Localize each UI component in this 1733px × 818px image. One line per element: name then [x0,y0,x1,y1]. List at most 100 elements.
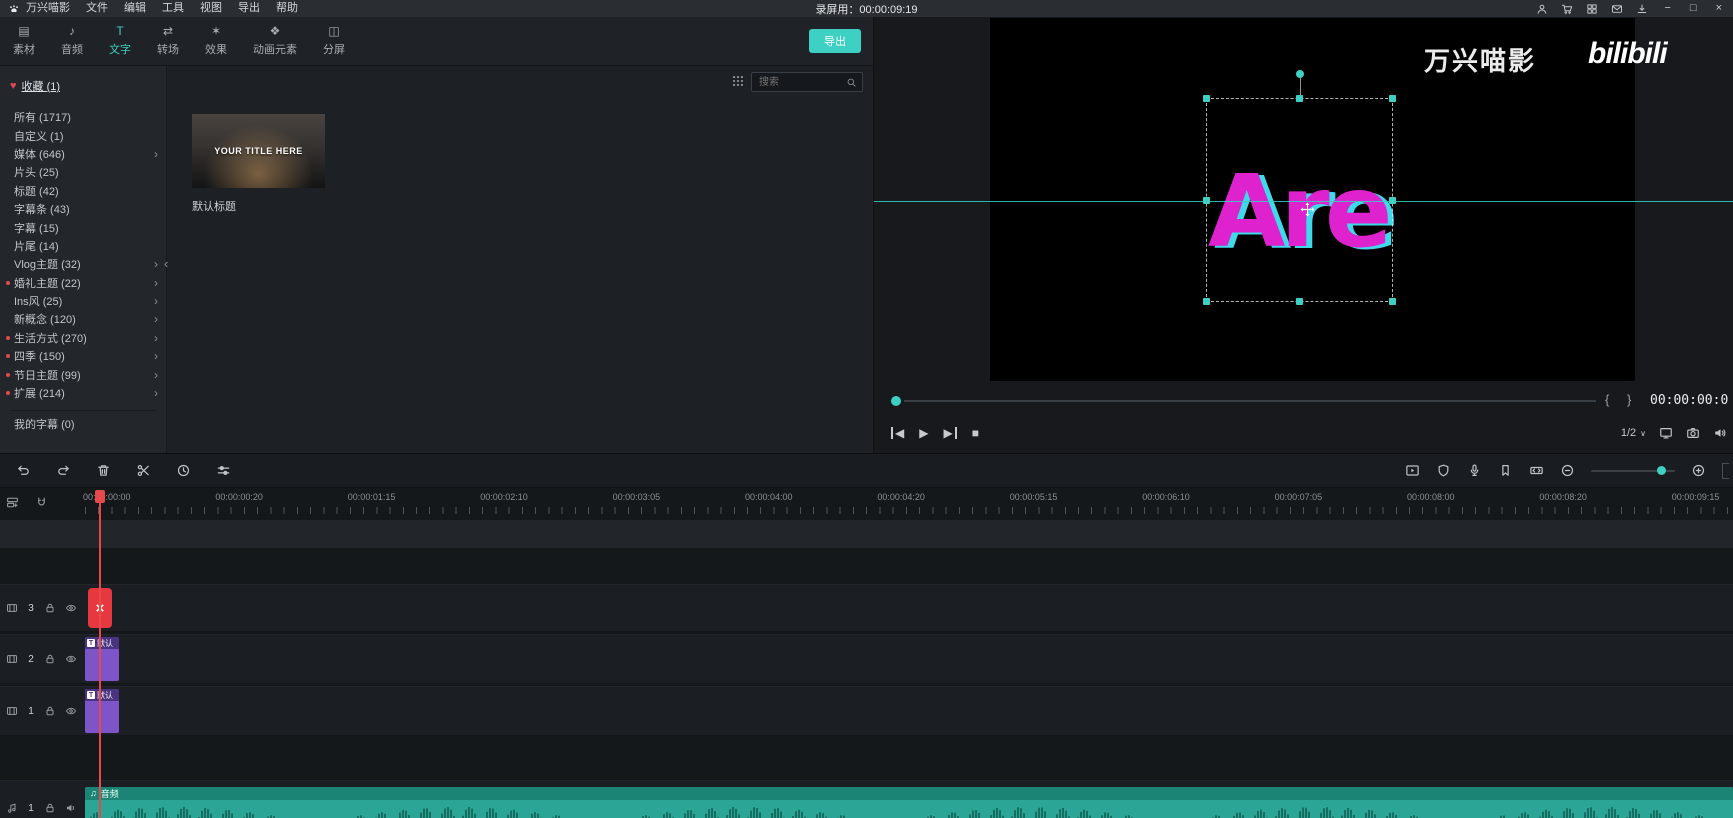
marker-bookmark-icon[interactable] [1498,463,1513,478]
stop-button[interactable]: ■ [972,427,979,439]
sidebar-item-节日主题[interactable]: 节日主题 (99)› [0,365,166,383]
export-button[interactable]: 导出 [809,29,861,53]
zoom-slider-thumb[interactable] [1657,466,1666,475]
grid-view-icon[interactable] [731,74,745,93]
zoom-out-icon[interactable] [1560,463,1575,478]
menu-item-视图[interactable]: 视图 [192,0,230,17]
lock-icon[interactable] [44,653,56,665]
fit-timeline-icon[interactable] [1529,463,1544,478]
selection-handle[interactable] [1203,95,1210,102]
trash-icon[interactable] [96,463,111,478]
rotate-handle[interactable] [1296,70,1304,78]
render-preview-icon[interactable] [1405,463,1420,478]
selection-handle[interactable] [1203,197,1210,204]
search-icon[interactable] [846,77,857,88]
sidebar-item-扩展[interactable]: 扩展 (214)› [0,384,166,402]
sidebar-item-所有[interactable]: 所有 (1717) [0,108,166,126]
selection-handle[interactable] [1296,95,1303,102]
sidebar-item-生活方式[interactable]: 生活方式 (270)› [0,329,166,347]
maximize-button[interactable]: □ [1687,0,1700,17]
sidebar-item-favorites[interactable]: ♥ 收藏 (1) [0,76,166,96]
cart-icon[interactable] [1561,3,1573,15]
sidebar-item-自定义[interactable]: 自定义 (1) [0,126,166,144]
seek-thumb[interactable] [891,396,901,406]
play-button[interactable]: ▶ [919,427,928,439]
playback-rate-dropdown[interactable]: 1/2∨ [1621,427,1646,439]
tab-动画元素[interactable]: ❖动画元素 [240,17,310,65]
tab-分屏[interactable]: ◫分屏 [310,17,358,65]
speaker-icon[interactable] [1713,426,1727,440]
minimize-button[interactable]: − [1661,0,1673,17]
previous-frame-button[interactable]: ◀ [891,427,904,439]
playhead[interactable] [99,490,101,818]
zoom-slider[interactable] [1591,470,1675,472]
sidebar-item-字幕[interactable]: 字幕 (15) [0,218,166,236]
mic-icon[interactable] [1467,463,1482,478]
eye-icon[interactable] [65,653,77,665]
asset-thumbnail[interactable]: YOUR TITLE HERE [192,114,325,188]
tab-效果[interactable]: ✶效果 [192,17,240,65]
mark-out-icon[interactable]: } [1627,392,1631,407]
menu-app-name[interactable]: 万兴喵影 [22,0,78,17]
selection-box[interactable] [1206,98,1393,302]
sidebar-item-片尾[interactable]: 片尾 (14) [0,237,166,255]
menu-item-工具[interactable]: 工具 [154,0,192,17]
close-button[interactable]: × [1713,0,1725,17]
adjust-sliders-icon[interactable] [216,463,231,478]
seek-track[interactable] [904,400,1596,402]
text-clip[interactable]: T 默认 [85,637,119,681]
playhead-handle[interactable] [95,490,105,503]
timeline-ruler[interactable]: 00:00:00:0000:00:00:2000:00:01:1500:00:0… [0,488,1733,518]
timeline-toolbar-left [0,463,231,478]
selection-handle[interactable] [1389,298,1396,305]
collapse-panel-icon[interactable]: ‹ [164,256,168,271]
duration-clock-icon[interactable] [176,463,191,478]
redo-icon[interactable] [56,463,71,478]
fit-screen-icon[interactable] [1659,426,1673,440]
undo-icon[interactable] [16,463,31,478]
sidebar-item-片头[interactable]: 片头 (25) [0,163,166,181]
sidebar-item-四季[interactable]: 四季 (150)› [0,347,166,365]
zoom-in-icon[interactable] [1691,463,1706,478]
sidebar-item-新概念[interactable]: 新概念 (120)› [0,310,166,328]
download-icon[interactable] [1636,3,1648,15]
sidebar-item-字幕条[interactable]: 字幕条 (43) [0,200,166,218]
selection-handle[interactable] [1389,197,1396,204]
mail-icon[interactable] [1611,3,1623,15]
apps-grid-icon[interactable] [1586,3,1598,15]
text-clip[interactable]: T 默认 [85,689,119,733]
speaker-icon[interactable] [65,802,77,814]
snapshot-camera-icon[interactable] [1686,426,1700,440]
panel-toggle-icon[interactable] [1722,463,1729,479]
mark-in-icon[interactable]: { [1605,392,1609,407]
sidebar-item-标题[interactable]: 标题 (42) [0,182,166,200]
next-frame-button[interactable]: ▶ [943,427,956,439]
selection-handle[interactable] [1296,298,1303,305]
user-icon[interactable] [1536,3,1548,15]
lock-icon[interactable] [44,602,56,614]
menu-item-帮助[interactable]: 帮助 [268,0,306,17]
lock-icon[interactable] [44,705,56,717]
sidebar-item-my-subtitles[interactable]: 我的字幕 (0) [0,415,166,433]
selection-handle[interactable] [1389,95,1396,102]
sidebar-item-媒体[interactable]: 媒体 (646)› [0,145,166,163]
split-scissors-icon[interactable] [136,463,151,478]
eye-icon[interactable] [65,705,77,717]
eye-icon[interactable] [65,602,77,614]
menu-item-编辑[interactable]: 编辑 [116,0,154,17]
sidebar-item-婚礼主题[interactable]: 婚礼主题 (22)› [0,274,166,292]
tab-素材[interactable]: ▤素材 [0,17,48,65]
selection-handle[interactable] [1203,298,1210,305]
sidebar-item-Vlog主题[interactable]: Vlog主题 (32)› [0,255,166,273]
search-input[interactable] [757,76,842,89]
shield-icon[interactable] [1436,463,1451,478]
menu-item-导出[interactable]: 导出 [230,0,268,17]
menu-item-文件[interactable]: 文件 [78,0,116,17]
tab-转场[interactable]: ⇄转场 [144,17,192,65]
tab-音频[interactable]: ♪音频 [48,17,96,65]
asset-default-title[interactable]: YOUR TITLE HERE 默认标题 [192,114,325,214]
tab-文字[interactable]: T文字 [96,17,144,65]
lock-icon[interactable] [44,802,56,814]
audio-clip[interactable]: ♫ 音频 [85,787,1733,818]
sidebar-item-Ins风[interactable]: Ins风 (25)› [0,292,166,310]
